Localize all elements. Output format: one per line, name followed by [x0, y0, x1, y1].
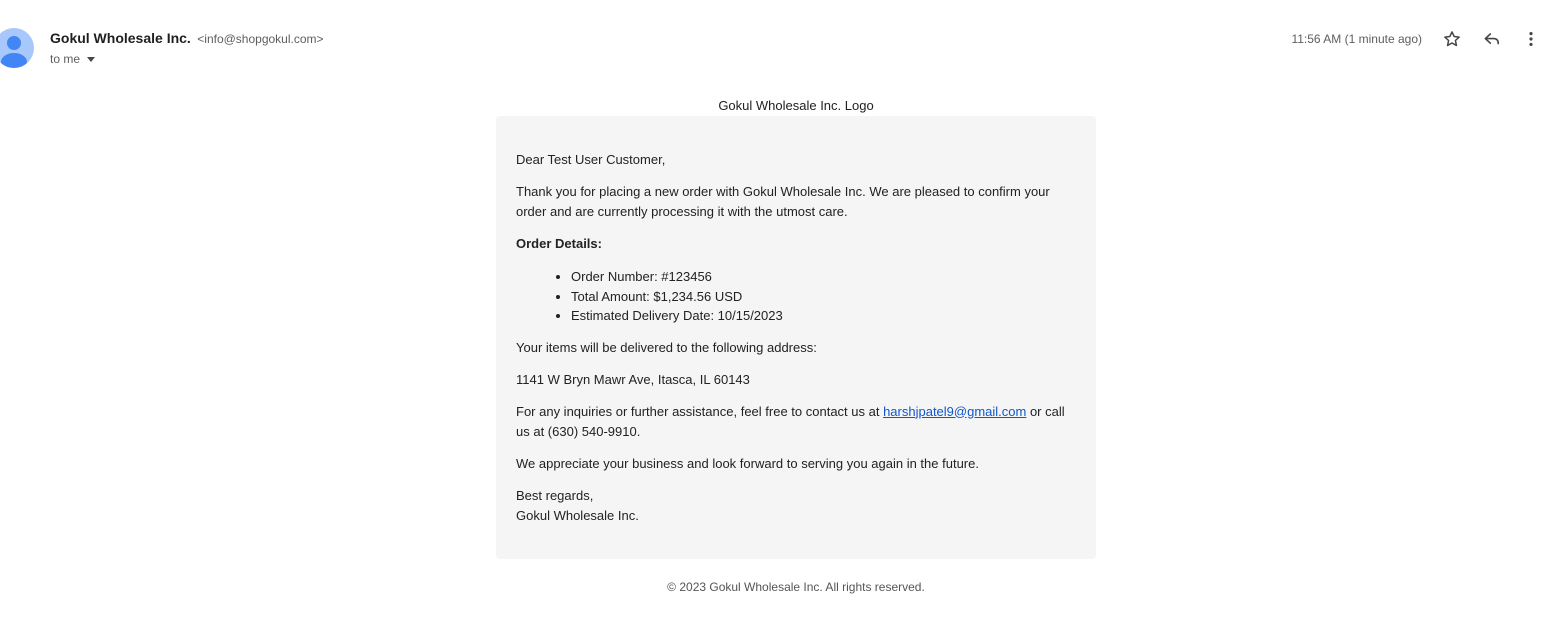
delivery-date-item: Estimated Delivery Date: 10/15/2023 [571, 306, 1076, 326]
delivery-intro: Your items will be delivered to the foll… [516, 339, 817, 355]
contact-prefix: For any inquiries or further assistance,… [516, 403, 884, 419]
contact-paragraph: For any inquiries or further assistance,… [516, 402, 1076, 442]
logo-alt-text: Gokul Wholesale Inc. Logo [718, 98, 874, 113]
timestamp: 11:56 AM (1 minute ago) [1291, 32, 1422, 46]
delivery-address: 1141 W Bryn Mawr Ave, Itasca, IL 60143 [516, 371, 750, 387]
total-amount-item: Total Amount: $1,234.56 USD [571, 287, 1076, 307]
footer-copyright: © 2023 Gokul Wholesale Inc. All rights r… [667, 580, 925, 594]
order-details-heading: Order Details: [516, 236, 602, 251]
star-button[interactable] [1439, 26, 1465, 52]
sender-email: <info@shopgokul.com> [197, 32, 324, 46]
star-icon [1444, 31, 1460, 47]
chevron-down-icon [87, 56, 96, 62]
order-number-item: Order Number: #123456 [571, 267, 1076, 287]
email-body-card: Dear Test User Customer, Thank you for p… [496, 116, 1096, 559]
more-vert-icon [1529, 32, 1533, 46]
appreciation-paragraph: We appreciate your business and look for… [516, 455, 979, 471]
recipient-label: to me [50, 52, 81, 66]
more-options-button[interactable] [1518, 26, 1544, 52]
recipient-details-toggle[interactable]: to me [50, 52, 96, 66]
intro-paragraph: Thank you for placing a new order with G… [516, 184, 1050, 219]
closing: Best regards, [516, 487, 594, 503]
order-details-list: Order Number: #123456 Total Amount: $1,2… [516, 267, 1076, 326]
sender-name[interactable]: Gokul Wholesale Inc. [50, 30, 191, 46]
closing-block: Best regards, Gokul Wholesale Inc. [516, 486, 1076, 526]
reply-icon [1484, 33, 1500, 45]
greeting: Dear Test User Customer, [516, 152, 666, 167]
email-header: Gokul Wholesale Inc. <info@shopgokul.com… [0, 0, 1551, 80]
reply-button[interactable] [1479, 26, 1505, 52]
signature: Gokul Wholesale Inc. [516, 507, 639, 523]
contact-email-link[interactable]: harshjpatel9@gmail.com [883, 404, 1026, 419]
sender-line: Gokul Wholesale Inc. <info@shopgokul.com… [50, 30, 324, 48]
avatar-icon[interactable] [0, 28, 34, 68]
